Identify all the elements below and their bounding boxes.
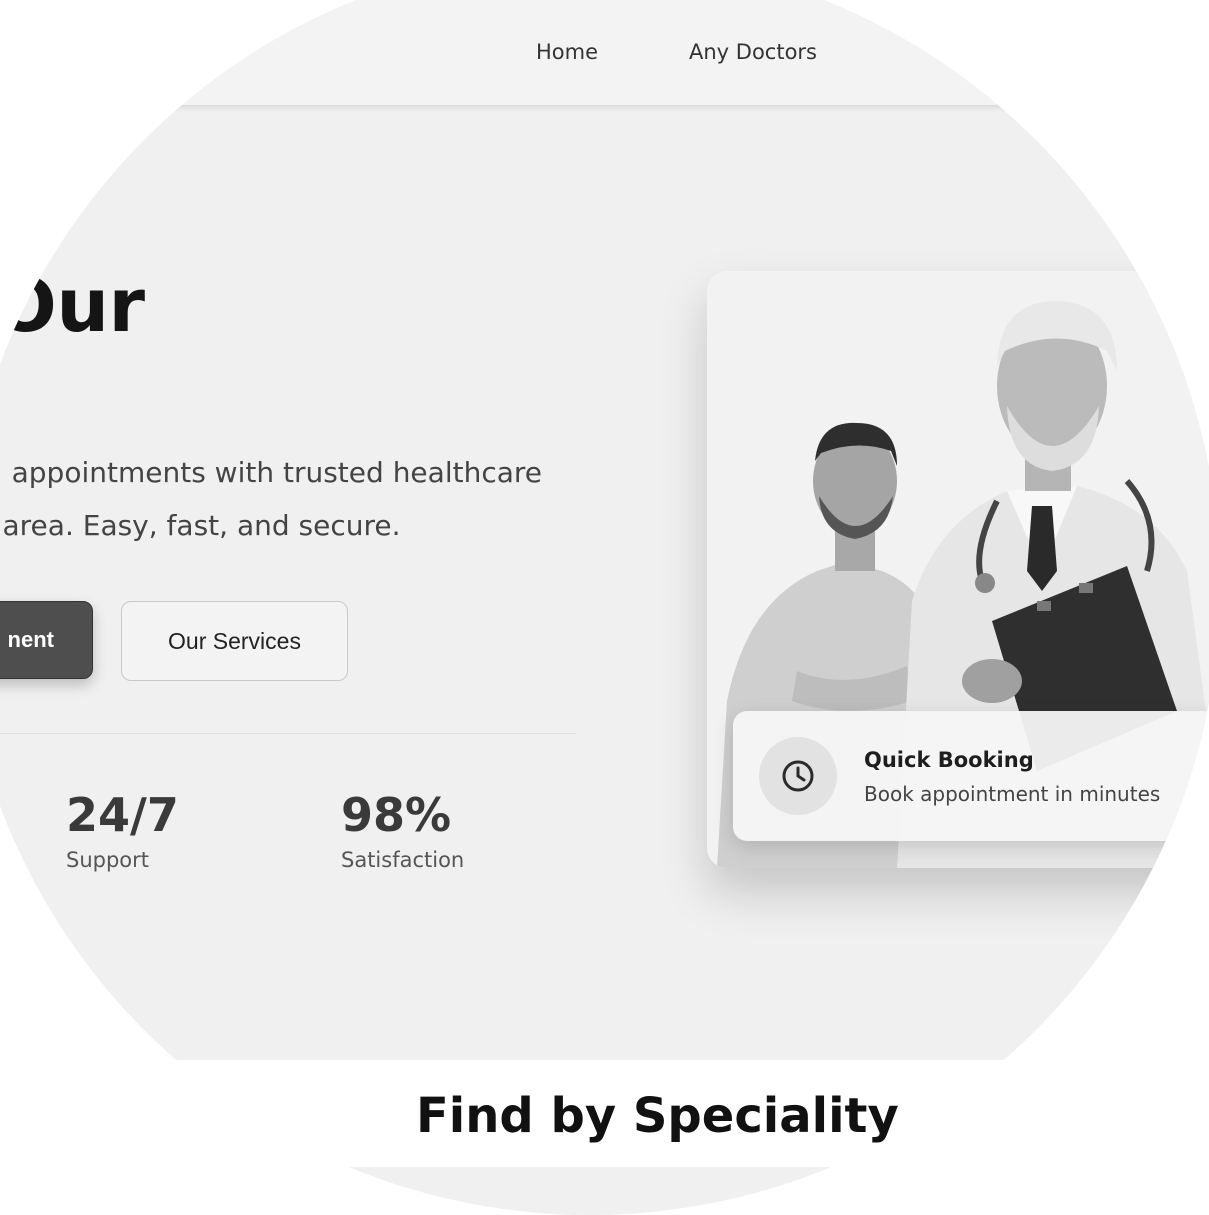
- hero-subtitle: appointments with trusted healthcare n y…: [0, 446, 542, 552]
- section-heading: Find by Speciality: [416, 1088, 899, 1144]
- stats-divider: [0, 733, 576, 734]
- our-services-button[interactable]: Our Services: [121, 601, 348, 681]
- book-appointment-button[interactable]: nent: [0, 601, 93, 679]
- quick-booking-card[interactable]: Quick Booking Book appointment in minute…: [733, 711, 1209, 841]
- top-navigation: Home Any Doctors: [0, 0, 1209, 105]
- stat-satisfaction-value: 98%: [341, 788, 452, 842]
- magnified-view: Home Any Doctors ealth, Our y appointmen…: [0, 0, 1209, 1215]
- hero-title: ealth, Our y: [0, 262, 430, 438]
- hero-subtitle-line-2: n your area. Easy, fast, and secure.: [0, 509, 401, 542]
- stat-support-value: 24/7: [66, 788, 179, 842]
- stat-support-label: Support: [66, 848, 150, 872]
- page: Home Any Doctors ealth, Our y appointmen…: [0, 0, 1209, 1167]
- hero-subtitle-line-1: appointments with trusted healthcare: [11, 456, 542, 489]
- nav-link-home[interactable]: Home: [536, 40, 598, 64]
- stat-satisfaction-label: Satisfaction: [341, 848, 465, 872]
- quick-booking-subtitle: Book appointment in minutes: [864, 782, 1161, 806]
- quick-booking-title: Quick Booking: [864, 748, 1034, 772]
- hero-title-line-1: ealth, Our: [0, 263, 145, 349]
- clock-icon: [759, 737, 837, 815]
- nav-link-doctors[interactable]: Any Doctors: [689, 40, 817, 64]
- speciality-section: Find by Speciality: [0, 1060, 1209, 1167]
